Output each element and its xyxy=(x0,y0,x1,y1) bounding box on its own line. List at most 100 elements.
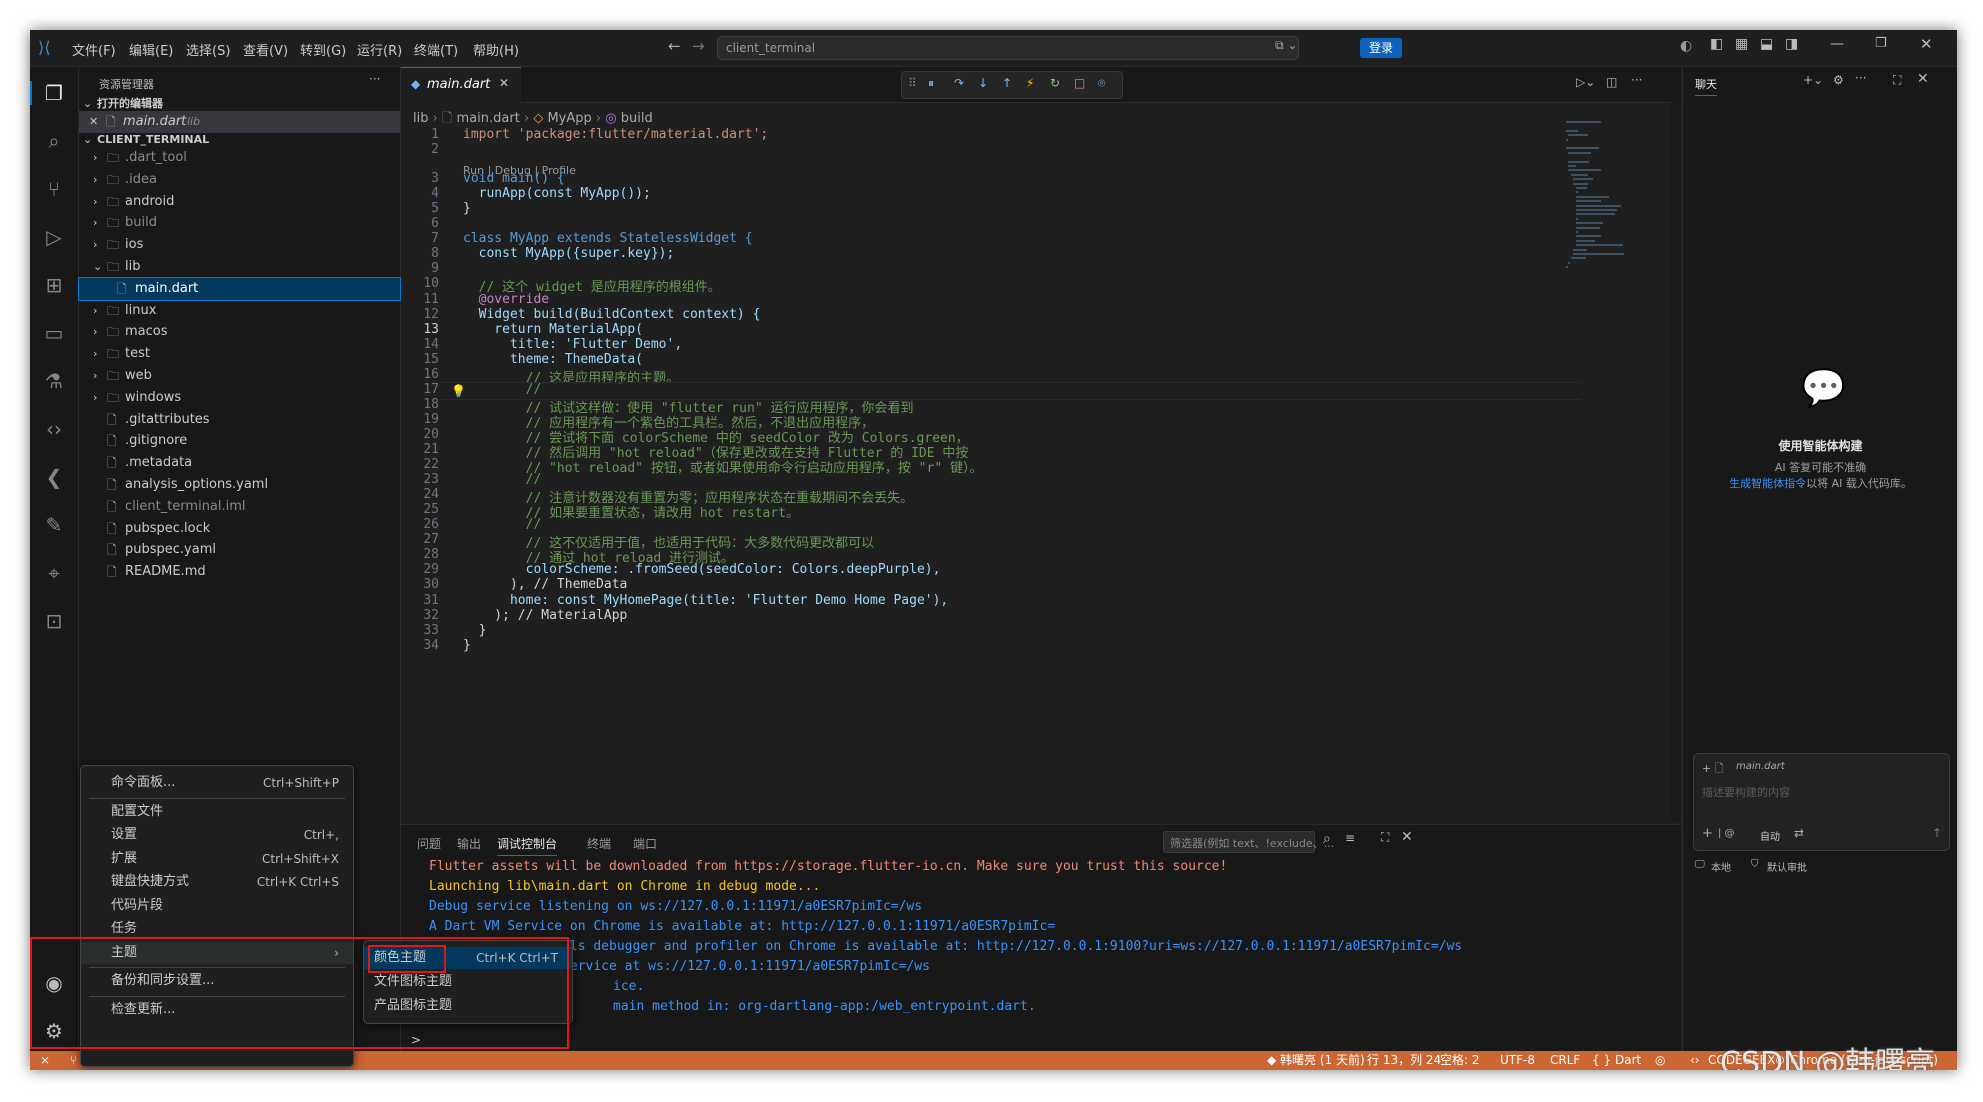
minimize-icon[interactable]: — xyxy=(1830,36,1844,52)
tree-file[interactable]: 🗋 pubspec.yaml xyxy=(79,539,400,561)
toggle-panel-icon[interactable]: ⬓ xyxy=(1760,36,1773,52)
menu-terminal[interactable]: 终端(T) xyxy=(414,40,458,59)
lightbulb-icon[interactable]: 💡 xyxy=(451,384,466,398)
step-out-icon[interactable]: ↑ xyxy=(1002,76,1012,90)
flutter-icon[interactable]: ❮ xyxy=(42,465,66,489)
editor-more-icon[interactable]: ··· xyxy=(1631,73,1642,87)
run-dropdown-icon[interactable]: ▷⌄ xyxy=(1576,75,1595,89)
toggle-secondary-icon[interactable]: ◨ xyxy=(1785,36,1798,52)
menu-item[interactable]: 扩展 Ctrl+Shift+X xyxy=(81,848,353,870)
chat-mention-icon[interactable]: | @ xyxy=(1718,828,1735,839)
tab-output[interactable]: 输出 xyxy=(457,835,481,852)
minimap[interactable] xyxy=(1566,121,1666,361)
run-debug-icon[interactable]: ▷ xyxy=(42,225,66,249)
drag-handle-icon[interactable]: ⠿ xyxy=(908,76,917,90)
send-icon[interactable]: ↑ xyxy=(1932,826,1942,840)
close-panel-icon[interactable]: ✕ xyxy=(1401,829,1413,845)
menu-run[interactable]: 运行(R) xyxy=(357,40,402,59)
scan-icon[interactable]: ⌖ xyxy=(42,561,66,585)
split-editor-icon[interactable]: ◫ xyxy=(1606,75,1617,89)
hot-reload-icon[interactable]: ⚡ xyxy=(1026,76,1034,90)
menu-item[interactable]: 命令面板... Ctrl+Shift+P xyxy=(81,772,353,794)
menu-edit[interactable]: 编辑(E) xyxy=(129,40,173,59)
local-label[interactable]: 本地 xyxy=(1711,859,1731,874)
chat-settings-icon[interactable]: ⚙ xyxy=(1833,73,1844,87)
tree-folder[interactable]: › 🗀 test xyxy=(79,343,400,365)
tree-folder[interactable]: › 🗀 android xyxy=(79,191,400,213)
step-over-icon[interactable]: ↷ xyxy=(954,76,964,90)
copilot-icon[interactable]: ⧉ ⌄ xyxy=(1275,38,1297,53)
menu-item[interactable]: 键盘快捷方式 Ctrl+K Ctrl+S xyxy=(81,871,353,893)
crumb-class[interactable]: MyApp xyxy=(547,111,591,126)
chat-link[interactable]: 生成智能体指令 xyxy=(1729,477,1806,490)
filter-search-icon[interactable]: ⌕ xyxy=(1323,831,1331,847)
menu-file[interactable]: 文件(F) xyxy=(72,40,116,59)
tree-file[interactable]: 🗋 analysis_options.yaml xyxy=(79,474,400,496)
tree-file[interactable]: 🗋 main.dart xyxy=(78,276,401,301)
chat-more-icon[interactable]: ··· xyxy=(1855,71,1866,85)
menu-item[interactable]: 配置文件 xyxy=(81,801,353,823)
forward-arrow-icon[interactable]: → xyxy=(692,37,705,55)
chat-close-icon[interactable]: ✕ xyxy=(1917,71,1929,87)
tree-folder[interactable]: › 🗀 web xyxy=(79,365,400,387)
tab-main-dart[interactable]: ◆ main.dart ✕ xyxy=(401,67,521,103)
crumb-method[interactable]: build xyxy=(621,111,653,126)
filter-input[interactable]: 筛选器(例如 text、!exclude、... xyxy=(1163,831,1334,853)
new-chat-icon[interactable]: +⌄ xyxy=(1803,73,1823,87)
tree-file[interactable]: 🗋 pubspec.lock xyxy=(79,518,400,540)
tree-folder[interactable]: › 🗀 windows xyxy=(79,387,400,409)
remote-explorer-icon[interactable]: ▭ xyxy=(42,321,66,345)
crumb-file[interactable]: main.dart xyxy=(457,111,520,126)
testing-icon[interactable]: ⚗ xyxy=(42,369,66,393)
tab-ports[interactable]: 端口 xyxy=(633,835,657,852)
editor-scrollbar[interactable] xyxy=(1671,102,1681,822)
toggle-sidebar-icon[interactable]: ◧ xyxy=(1710,36,1723,52)
menu-item[interactable]: 代码片段 xyxy=(81,895,353,917)
tree-file[interactable]: 🗋 README.md xyxy=(79,561,400,583)
close-window-icon[interactable]: ✕ xyxy=(1920,35,1933,53)
approve-label[interactable]: 默认审批 xyxy=(1767,859,1807,874)
encoding[interactable]: UTF-8 xyxy=(1500,1051,1535,1070)
preview-icon[interactable]: ⊡ xyxy=(42,609,66,633)
tree-folder[interactable]: › 🗀 ios xyxy=(79,234,400,256)
local-icon[interactable]: 🖵 xyxy=(1695,859,1705,870)
tab-debug-console[interactable]: 调试控制台 xyxy=(497,835,558,856)
chat-tools-icon[interactable]: ⇄ xyxy=(1794,826,1804,840)
clear-console-icon[interactable]: ≡ xyxy=(1345,831,1355,845)
chat-maximize-icon[interactable]: ⛶ xyxy=(1893,73,1901,88)
step-into-icon[interactable]: ↓ xyxy=(978,76,988,90)
tree-file[interactable]: 🗋 .gitattributes xyxy=(79,409,400,431)
menu-item[interactable]: 设置 Ctrl+, xyxy=(81,824,353,846)
language-mode[interactable]: Dart xyxy=(1615,1051,1641,1070)
tab-terminal[interactable]: 终端 xyxy=(587,835,611,852)
attach-icon[interactable]: + 🗋 xyxy=(1702,760,1724,779)
chat-title[interactable]: 聊天 xyxy=(1695,76,1717,96)
eol[interactable]: CRLF xyxy=(1550,1051,1580,1070)
tree-file[interactable]: 🗋 .metadata xyxy=(79,452,400,474)
menu-help[interactable]: 帮助(H) xyxy=(473,40,519,59)
copilot-status-icon[interactable]: ◎ xyxy=(1655,1051,1665,1070)
more-actions-icon[interactable]: ··· xyxy=(369,72,380,86)
extensions-icon[interactable]: ⊞ xyxy=(42,273,66,297)
crumb-lib[interactable]: lib xyxy=(413,111,428,126)
maximize-panel-icon[interactable]: ⛶ xyxy=(1381,830,1389,845)
tab-problems[interactable]: 问题 xyxy=(417,835,441,852)
menu-selection[interactable]: 选择(S) xyxy=(186,40,230,59)
explorer-icon[interactable]: ❐ xyxy=(42,81,66,105)
indent-setting[interactable]: 空格: 2 xyxy=(1440,1051,1480,1070)
back-arrow-icon[interactable]: ← xyxy=(668,37,681,55)
tree-folder[interactable]: ⌄ 🗀 lib xyxy=(79,256,400,278)
remote-icon[interactable]: ⨯ xyxy=(40,1051,50,1070)
restore-icon[interactable]: ❐ xyxy=(1875,36,1887,51)
search-icon[interactable]: ⌕ xyxy=(42,129,66,153)
chat-input-box[interactable]: + 🗋 main.dart 描述要构建的内容 + | @ 自动 ⇄ ↑ xyxy=(1693,753,1950,851)
tree-file[interactable]: 🗋 client_terminal.iml xyxy=(79,496,400,518)
edit-tool-icon[interactable]: ✎ xyxy=(42,513,66,537)
command-center-search[interactable]: client_terminal xyxy=(717,36,1299,60)
close-tab-icon[interactable]: ✕ xyxy=(499,76,509,90)
restart-icon[interactable]: ↻ xyxy=(1050,76,1060,90)
tree-file[interactable]: 🗋 .gitignore xyxy=(79,430,400,452)
source-control-icon[interactable]: ⑂ xyxy=(42,177,66,201)
cursor-position[interactable]: 行 13，列 24 xyxy=(1367,1051,1441,1070)
account-icon[interactable]: ◐ xyxy=(1680,38,1692,54)
